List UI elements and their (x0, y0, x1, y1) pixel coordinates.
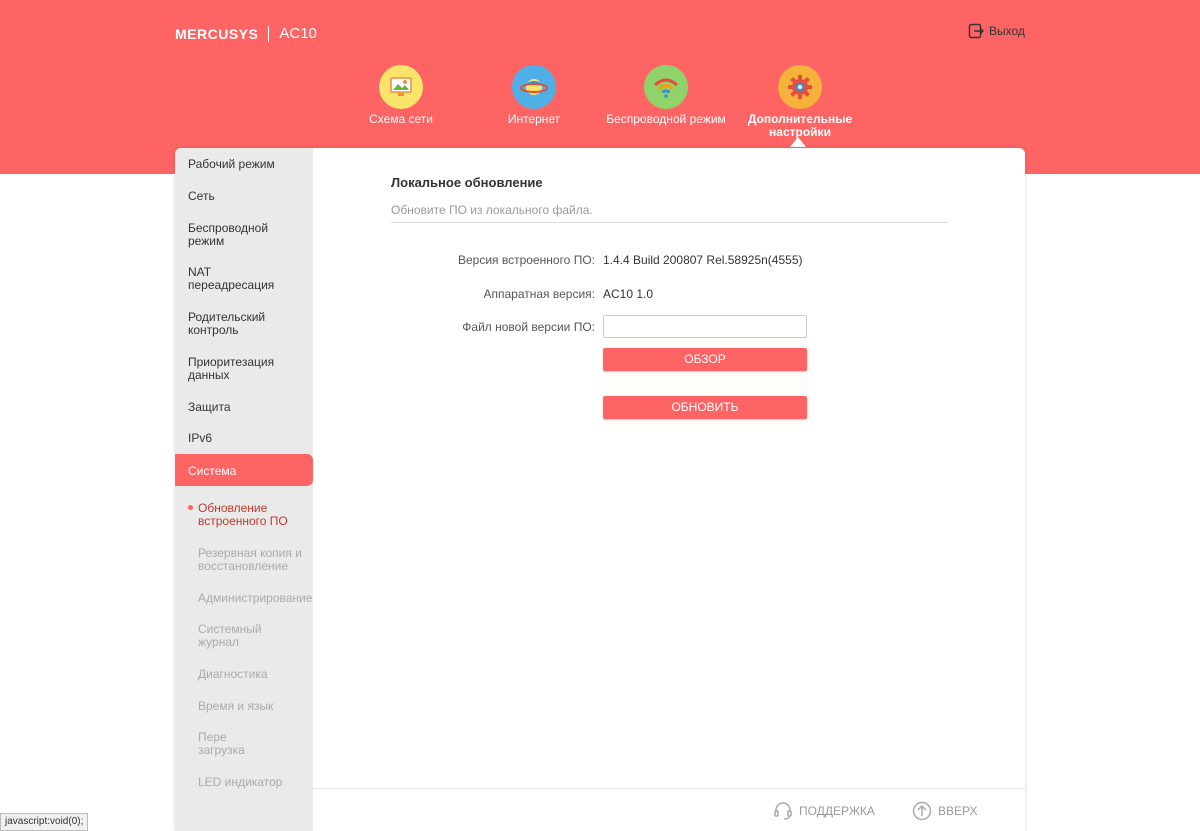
nav-label: Схема сети (369, 112, 433, 126)
update-button[interactable]: ОБНОВИТЬ (603, 396, 807, 419)
sidebar-item-ipv6[interactable]: IPv6 (188, 432, 212, 445)
hardware-version-value: AC10 1.0 (603, 287, 654, 301)
brand-logo: MERCUSYS (175, 25, 259, 42)
current-page-bullet (188, 505, 193, 510)
network-map-icon (379, 65, 423, 109)
sidebar-item-wireless[interactable]: Беспроводной режим (188, 222, 288, 248)
sidebar: Рабочий режим Сеть Беспроводной режим NA… (175, 148, 313, 831)
title-divider (391, 222, 948, 223)
nav-wireless[interactable]: Беспроводной режим (606, 65, 726, 126)
nav-label: Интернет (507, 112, 561, 126)
page-description: Обновите ПО из локального файла. (391, 203, 593, 217)
sidebar-item-system-label: Система (188, 464, 237, 478)
subitem-reboot[interactable]: Пере загрузка (198, 731, 258, 757)
browse-button[interactable]: ОБЗОР (603, 348, 807, 371)
firmware-version-value: 1.4.4 Build 200807 Rel.58925n(4555) (603, 253, 803, 267)
browser-status-bar: javascript:void(0); (0, 813, 89, 831)
sidebar-item-work-mode[interactable]: Рабочий режим (188, 158, 275, 171)
firmware-file-input[interactable] (603, 315, 807, 338)
globe-icon (512, 65, 556, 109)
sidebar-item-parental-control[interactable]: Родительский контроль (188, 311, 288, 337)
subitem-time-language[interactable]: Время и язык (198, 700, 273, 713)
subitem-firmware-upgrade[interactable]: Обновление встроенного ПО (198, 502, 306, 528)
logo-divider (268, 25, 270, 42)
logout-label: Выход (989, 24, 1025, 38)
footer-bar: ПОДДЕРЖКА ВВЕРХ (313, 788, 1025, 831)
hardware-version-label: Аппаратная версия: (483, 287, 595, 301)
nav-internet[interactable]: Интернет (474, 65, 594, 126)
top-nav: Схема сети Интернет Беспроводной режим Д… (0, 65, 1200, 145)
sidebar-item-security[interactable]: Защита (188, 401, 231, 414)
model-name: AC10 (279, 25, 317, 42)
wifi-icon (644, 65, 688, 109)
logout-icon (968, 23, 984, 39)
page-title: Локальное обновление (391, 175, 543, 190)
nav-advanced[interactable]: Дополнительные настройки (740, 65, 860, 139)
subitem-administration[interactable]: Администрирование (198, 592, 313, 605)
logout-button[interactable]: Выход (968, 23, 1025, 39)
headset-icon (774, 802, 792, 820)
subitem-system-log[interactable]: Системный журнал (198, 623, 278, 649)
subitem-diagnostics[interactable]: Диагностика (198, 668, 268, 681)
sidebar-item-network[interactable]: Сеть (188, 190, 215, 203)
main-panel: Рабочий режим Сеть Беспроводной режим NA… (175, 148, 1025, 831)
subitem-led[interactable]: LED индикатор (198, 776, 282, 789)
nav-label: Дополнительные настройки (747, 112, 853, 139)
nav-label: Беспроводной режим (606, 112, 726, 126)
back-to-top-label: ВВЕРХ (938, 804, 978, 818)
logo: MERCUSYS AC10 (175, 25, 317, 42)
arrow-up-circle-icon (912, 801, 932, 821)
sidebar-item-qos[interactable]: Приоритезация данных (188, 356, 288, 382)
firmware-version-label: Версия встроенного ПО: (458, 253, 595, 267)
support-label: ПОДДЕРЖКА (799, 804, 875, 818)
support-link[interactable]: ПОДДЕРЖКА (773, 801, 875, 821)
nav-network-map[interactable]: Схема сети (341, 65, 461, 126)
active-nav-indicator (790, 137, 806, 147)
subitem-backup-restore[interactable]: Резервная копия и восстановление (198, 547, 310, 573)
sidebar-item-nat[interactable]: NAT переадресация (188, 266, 288, 292)
new-firmware-file-label: Файл новой версии ПО: (462, 320, 595, 334)
back-to-top-link[interactable]: ВВЕРХ (912, 801, 977, 821)
gear-icon (778, 65, 822, 109)
